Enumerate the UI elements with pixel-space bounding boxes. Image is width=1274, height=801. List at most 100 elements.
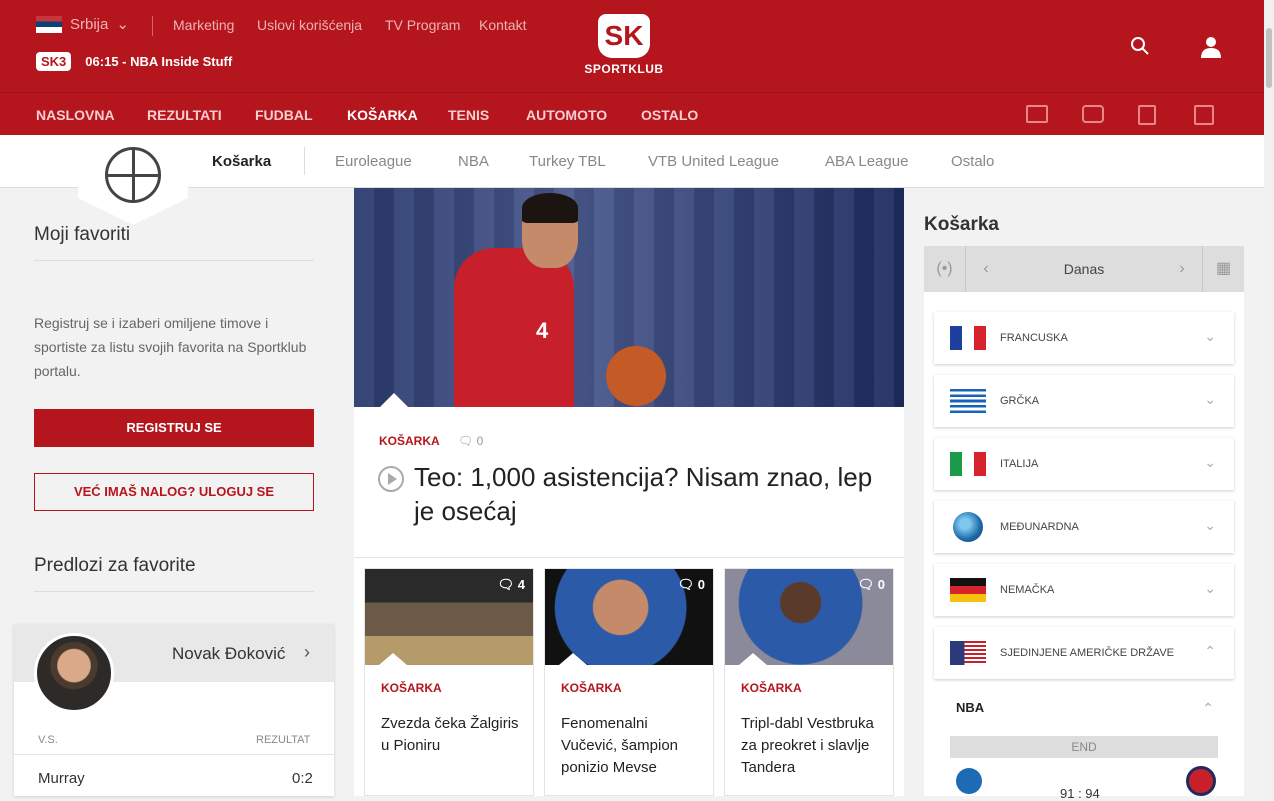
divider (14, 754, 334, 755)
country-label: FRANCUSKA (1000, 332, 1068, 344)
country-label: SJEDINJENE AMERIČKE DRŽAVE (1000, 647, 1174, 659)
country-label: ITALIJA (1000, 458, 1039, 470)
divider (354, 557, 904, 558)
subnav-kosarka[interactable]: Košarka (212, 153, 271, 170)
news-card[interactable]: 🗨 4 KOŠARKA Zvezda čeka Žalgiris u Pioni… (364, 568, 534, 796)
comment-icon: 🗨 (458, 434, 477, 448)
logo-text: SPORTKLUB (584, 62, 664, 76)
news-title[interactable]: Fenomenalni Vučević, šampion ponizio Mev… (561, 713, 706, 779)
edit-icon[interactable] (1138, 105, 1156, 125)
player-card[interactable]: Novak Đoković › V.S. REZULTAT Murray 0:2 (14, 624, 334, 796)
live-icon[interactable]: (•) (924, 246, 966, 292)
usa-flag-icon (950, 641, 986, 665)
country-row-france[interactable]: FRANCUSKA ⌄ (934, 312, 1234, 364)
hero-category[interactable]: KOŠARKA (379, 434, 440, 448)
suggestions-title: Predlozi za favorite (34, 555, 314, 592)
team-logo-magic (956, 768, 982, 794)
player-name: Novak Đoković (172, 644, 286, 663)
nav-item-rezultati[interactable]: REZULTATI (147, 107, 222, 123)
camera-icon[interactable] (1082, 105, 1104, 123)
top-link-marketing[interactable]: Marketing (173, 17, 234, 33)
top-link-tv-program[interactable]: TV Program (385, 17, 460, 33)
divider (152, 16, 153, 36)
calendar-icon[interactable]: ▦ (1202, 246, 1244, 292)
chevron-right-icon[interactable]: › (304, 642, 310, 663)
nav-item-automoto[interactable]: AUTOMOTO (526, 107, 607, 123)
chevron-down-icon: ⌄ (1204, 517, 1216, 533)
news-card[interactable]: 🗨 0 KOŠARKA Fenomenalni Vučević, šampion… (544, 568, 714, 796)
country-row-italy[interactable]: ITALIJA ⌄ (934, 438, 1234, 490)
search-icon[interactable] (1130, 36, 1150, 61)
date-label: Danas (1063, 261, 1105, 277)
chevron-up-icon[interactable]: ⌃ (1202, 700, 1214, 717)
news-category[interactable]: KOŠARKA (561, 681, 622, 695)
chevron-down-icon: ⌄ (116, 16, 129, 33)
country-label: GRČKA (1000, 395, 1040, 407)
subnav-vtb[interactable]: VTB United League (648, 153, 779, 170)
hero-title[interactable]: Teo: 1,000 asistencija? Nisam znao, lep … (414, 460, 884, 528)
nav-item-fudbal[interactable]: FUDBAL (255, 107, 313, 123)
nav-item-kosarka[interactable]: KOŠARKA (347, 107, 418, 123)
hero-comments[interactable]: 🗨 0 (458, 434, 483, 448)
top-link-contact[interactable]: Kontakt (479, 17, 526, 33)
chevron-down-icon: ⌄ (1204, 580, 1216, 596)
video-icon[interactable] (1026, 105, 1048, 123)
chevron-right-icon[interactable]: › (1172, 246, 1192, 292)
greece-flag-icon (950, 389, 986, 413)
divider (304, 147, 305, 175)
country-selector[interactable]: Srbija ⌄ (36, 15, 129, 33)
comment-badge: 🗨 0 (677, 577, 705, 592)
country-row-greece[interactable]: GRČKA ⌄ (934, 375, 1234, 427)
news-card[interactable]: 🗨 0 KOŠARKA Tripl-dabl Vestbruka za preo… (724, 568, 894, 796)
logo-mark: SK (598, 14, 650, 58)
site-logo[interactable]: SK SPORTKLUB (578, 14, 670, 76)
results-sidebar: Košarka (•) ‹ Danas › ▦ FRANCUSKA ⌄ GRČK… (924, 188, 1244, 801)
player-avatar (34, 633, 114, 713)
news-category[interactable]: KOŠARKA (741, 681, 802, 695)
login-button[interactable]: VEĆ IMAŠ NALOG? ULOGUJ SE (34, 473, 314, 511)
chevron-down-icon: ⌄ (1204, 454, 1216, 470)
league-label[interactable]: NBA (956, 700, 984, 715)
nav-item-ostalo[interactable]: OSTALO (641, 107, 698, 123)
news-title[interactable]: Zvezda čeka Žalgiris u Pioniru (381, 713, 526, 757)
live-show-label: 06:15 - NBA Inside Stuff (85, 54, 233, 69)
country-row-international[interactable]: MEĐUNARDNA ⌄ (934, 501, 1234, 553)
subnav-nba[interactable]: NBA (458, 153, 489, 170)
comment-count: 0 (476, 434, 484, 448)
country-row-germany[interactable]: NEMAČKA ⌄ (934, 564, 1234, 616)
nav-item-tenis[interactable]: TENIS (448, 107, 489, 123)
game-status: END (950, 736, 1218, 758)
news-category[interactable]: KOŠARKA (381, 681, 442, 695)
country-label: Srbija (70, 15, 109, 33)
subnav-turkey-tbl[interactable]: Turkey TBL (529, 153, 606, 170)
top-link-terms[interactable]: Uslovi korišćenja (257, 17, 362, 33)
country-row-usa[interactable]: SJEDINJENE AMERIČKE DRŽAVE ⌃ (934, 627, 1234, 679)
subnav-aba[interactable]: ABA League (825, 153, 908, 170)
team-logo-wizards (1186, 766, 1216, 796)
news-title[interactable]: Tripl-dabl Vestbruka za preokret i slavl… (741, 713, 886, 779)
vertical-scrollbar[interactable] (1264, 0, 1274, 796)
subnav-euroleague[interactable]: Euroleague (335, 153, 412, 170)
opponent-name: Murray (38, 770, 85, 787)
player-card-header: Novak Đoković › (14, 624, 334, 713)
basketball (606, 346, 666, 406)
play-icon[interactable] (378, 466, 404, 492)
live-now[interactable]: SK3 06:15 - NBA Inside Stuff (36, 52, 232, 71)
date-bar: (•) ‹ Danas › ▦ (924, 246, 1244, 292)
hero-image[interactable]: 4 (354, 188, 904, 407)
register-button[interactable]: REGISTRUJ SE (34, 409, 314, 447)
countries-panel: FRANCUSKA ⌄ GRČKA ⌄ ITALIJA ⌄ MEĐUNARDNA… (924, 292, 1244, 796)
sub-nav: Košarka Euroleague NBA Turkey TBL VTB Un… (0, 135, 1264, 188)
france-flag-icon (950, 326, 986, 350)
subnav-ostalo[interactable]: Ostalo (951, 153, 994, 170)
scrollbar-thumb[interactable] (1266, 28, 1272, 88)
news-image: 🗨 4 (365, 569, 533, 665)
chevron-down-icon: ⌄ (1204, 328, 1216, 344)
list-icon[interactable] (1194, 105, 1214, 125)
germany-flag-icon (950, 578, 986, 602)
user-icon[interactable] (1200, 36, 1222, 63)
globe-icon (953, 512, 983, 542)
nav-item-naslovna[interactable]: NASLOVNA (36, 107, 115, 123)
comment-badge: 🗨 0 (857, 577, 885, 592)
site-header: Srbija ⌄ Marketing Uslovi korišćenja TV … (0, 0, 1264, 92)
